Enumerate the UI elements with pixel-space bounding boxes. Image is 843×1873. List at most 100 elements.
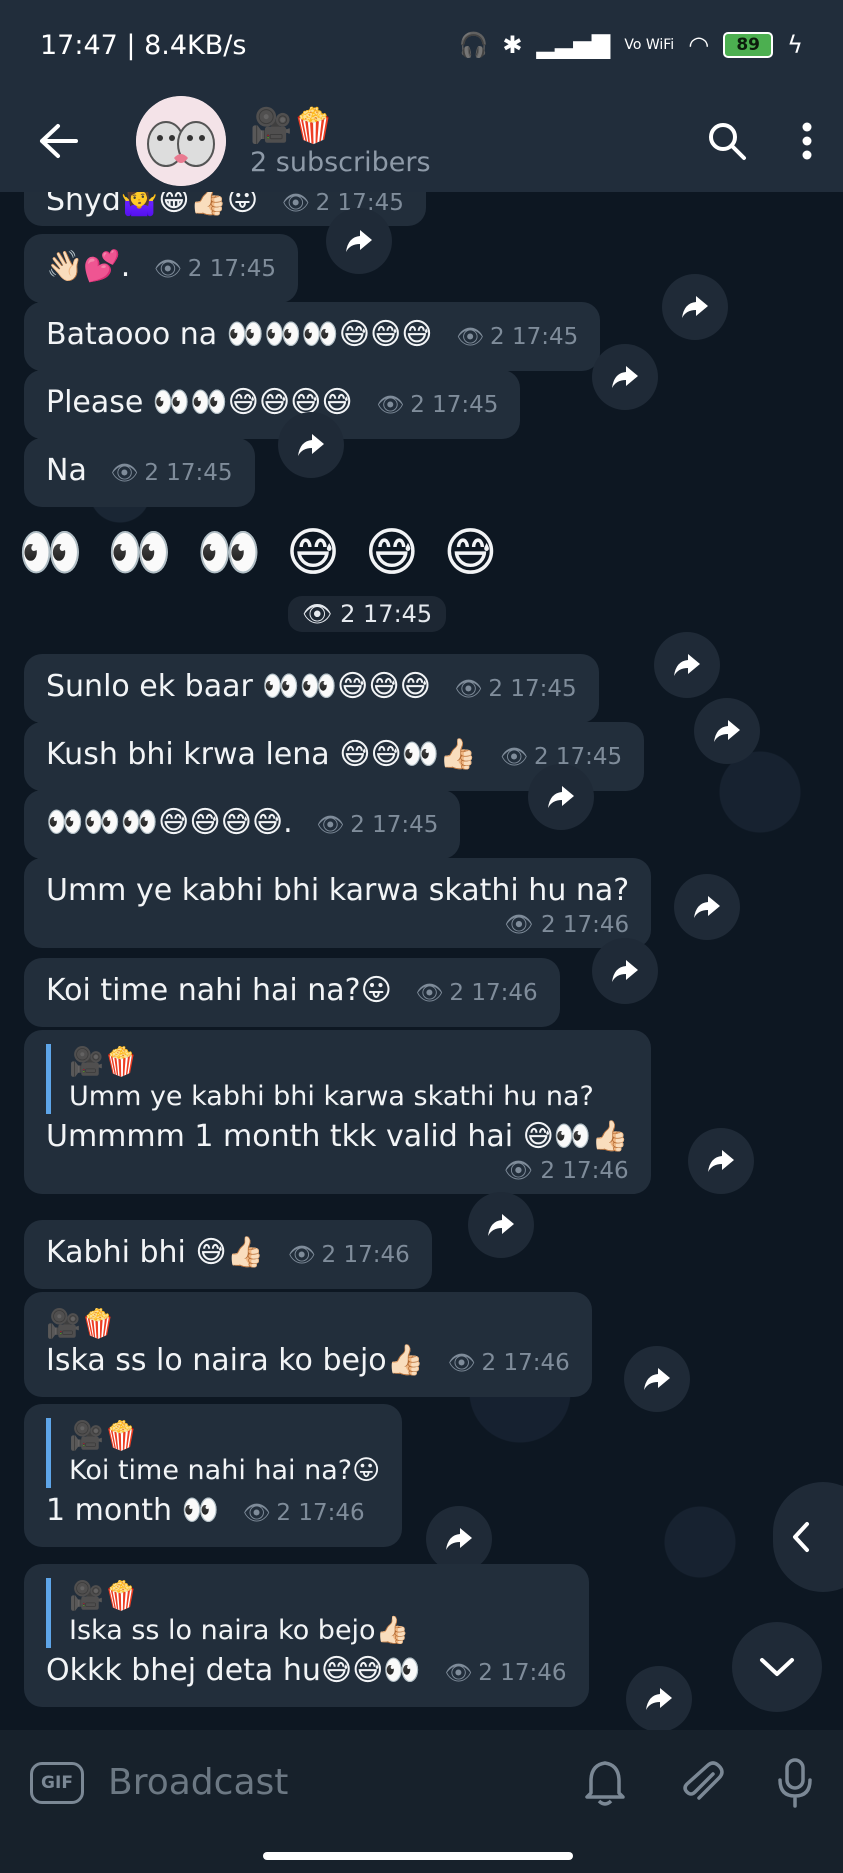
share-arrow-icon bbox=[298, 434, 324, 456]
message-bubble[interactable]: 🎥🍿 Iska ss lo naira ko bejo👍🏻 👁 2 17:46 bbox=[24, 1292, 592, 1397]
view-count: 2 bbox=[540, 912, 556, 938]
microphone-icon[interactable] bbox=[777, 1757, 813, 1808]
attach-icon[interactable] bbox=[679, 1760, 725, 1806]
views-icon: 👁 bbox=[456, 325, 485, 350]
forward-button[interactable] bbox=[626, 1666, 692, 1730]
message-bubble[interactable]: 👀👀👀😅😅😅😅. 👁 2 17:45 bbox=[24, 790, 461, 859]
bell-icon[interactable] bbox=[583, 1759, 627, 1807]
message-time: 17:45 bbox=[166, 460, 233, 486]
message-bubble[interactable]: Kabhi bhi 😅👍🏻 👁 2 17:46 bbox=[24, 1220, 432, 1289]
message-meta: 👁 2 17:45 bbox=[376, 392, 498, 418]
status-icons: 🎧 ✱ ▂▃▅▇ Vo WiFi ◠ 89 ϟ bbox=[459, 31, 803, 59]
reply-text: Koi time nahi hai na?😛 bbox=[69, 1455, 381, 1486]
message-text: Okkk bhej deta hu😅😅👀 bbox=[46, 1653, 421, 1688]
share-arrow-icon bbox=[674, 654, 700, 676]
views-icon: 👁 bbox=[415, 981, 444, 1006]
message-meta: 👁 2 17:46 bbox=[448, 1350, 570, 1376]
forward-button[interactable] bbox=[528, 764, 594, 830]
back-button[interactable] bbox=[28, 111, 88, 171]
message-meta: 👁 2 17:45 bbox=[316, 812, 438, 838]
message-meta: 👁 2 17:46 bbox=[46, 1156, 629, 1186]
scroll-to-bottom-button[interactable] bbox=[732, 1622, 822, 1712]
forward-button[interactable] bbox=[688, 1128, 754, 1194]
forward-button[interactable] bbox=[592, 344, 658, 410]
search-icon[interactable] bbox=[707, 121, 747, 161]
back-arrow-icon bbox=[40, 124, 78, 158]
bluetooth-icon: ✱ bbox=[502, 31, 523, 59]
share-arrow-icon bbox=[682, 296, 708, 318]
forward-button[interactable] bbox=[674, 874, 740, 940]
emoji-message[interactable]: 👀 👀 👀 😅 😅 😅 bbox=[18, 522, 502, 583]
broadcast-input[interactable]: Broadcast bbox=[108, 1762, 288, 1803]
message-meta: 👁 2 17:45 bbox=[110, 460, 232, 486]
charging-icon: ϟ bbox=[787, 31, 803, 59]
channel-avatar[interactable] bbox=[136, 96, 226, 186]
reply-message-bubble[interactable]: 🎥🍿 Iska ss lo naira ko bejo👍🏻 Okkk bhej … bbox=[24, 1564, 589, 1707]
signal-icon: ▂▃▅▇ bbox=[536, 31, 611, 59]
side-panel-toggle[interactable] bbox=[773, 1482, 843, 1592]
message-text: Kabhi bhi 😅👍🏻 bbox=[46, 1235, 265, 1270]
view-count: 2 bbox=[449, 980, 464, 1006]
forward-button[interactable] bbox=[624, 1346, 690, 1412]
message-text: Na bbox=[46, 453, 87, 488]
forward-button[interactable] bbox=[468, 1192, 534, 1258]
reply-quote[interactable]: 🎥🍿 Koi time nahi hai na?😛 bbox=[46, 1418, 380, 1488]
reply-quote[interactable]: 🎥🍿 Umm ye kabhi bhi karwa skathi hu na? bbox=[46, 1044, 629, 1114]
forward-button[interactable] bbox=[326, 208, 392, 274]
view-count: 2 bbox=[410, 392, 425, 418]
reply-quote[interactable]: 🎥🍿 Iska ss lo naira ko bejo👍🏻 bbox=[46, 1578, 567, 1648]
share-arrow-icon bbox=[714, 720, 740, 742]
reply-author: 🎥🍿 bbox=[69, 1419, 139, 1452]
reply-message-bubble[interactable]: 🎥🍿 Umm ye kabhi bhi karwa skathi hu na? … bbox=[24, 1030, 651, 1194]
chevron-down-icon bbox=[760, 1658, 794, 1676]
views-icon: 👁 bbox=[153, 257, 182, 282]
forward-button[interactable] bbox=[694, 698, 760, 764]
view-count: 2 bbox=[478, 1660, 493, 1686]
message-text: Ummmm 1 month tkk valid hai 😅👀👍🏻 bbox=[46, 1119, 629, 1154]
message-bubble[interactable]: Please 👀👀😅😅😅😅 👁 2 17:45 bbox=[24, 370, 521, 439]
share-arrow-icon bbox=[548, 786, 574, 808]
message-time: 17:46 bbox=[500, 1660, 567, 1686]
share-arrow-icon bbox=[612, 366, 638, 388]
forward-button[interactable] bbox=[426, 1506, 492, 1572]
view-count: 2 bbox=[481, 1350, 497, 1376]
message-author: 🎥🍿 bbox=[46, 1307, 116, 1340]
wifi-icon: ◠ bbox=[688, 31, 710, 59]
message-meta: 👁 2 17:45 bbox=[456, 324, 578, 350]
message-text: Bataooo na 👀👀👀😅😅😅 bbox=[46, 317, 433, 352]
view-count: 2 bbox=[340, 600, 356, 628]
message-bubble[interactable]: Na 👁 2 17:45 bbox=[24, 438, 255, 507]
views-icon: 👁 bbox=[242, 1501, 271, 1526]
forward-button[interactable] bbox=[278, 412, 344, 478]
message-bubble[interactable]: Koi time nahi hai na?😛 👁 2 17:46 bbox=[24, 958, 560, 1027]
view-count: 2 bbox=[350, 812, 365, 838]
battery-icon: 89 bbox=[723, 32, 774, 58]
message-text: 1 month 👀 bbox=[46, 1493, 219, 1528]
forward-button[interactable] bbox=[592, 938, 658, 1004]
message-time: 17:46 bbox=[562, 912, 630, 938]
gif-button[interactable]: GIF bbox=[30, 1761, 84, 1804]
views-icon: 👁 bbox=[447, 1351, 476, 1376]
share-arrow-icon bbox=[708, 1150, 734, 1172]
more-menu-icon[interactable] bbox=[801, 121, 813, 161]
channel-info[interactable]: 🎥🍿 2 subscribers bbox=[250, 105, 431, 178]
views-icon: 👁 bbox=[376, 393, 405, 418]
forward-button[interactable] bbox=[654, 632, 720, 698]
home-indicator[interactable] bbox=[263, 1852, 573, 1860]
bottom-bar: GIF Broadcast bbox=[0, 1730, 843, 1873]
chevron-left-icon bbox=[793, 1522, 809, 1552]
message-bubble[interactable]: Sunlo ek baar 👀👀😅😅😅 👁 2 17:45 bbox=[24, 654, 599, 723]
view-count: 2 bbox=[276, 1500, 292, 1526]
message-bubble[interactable]: 👋🏻💕. 👁 2 17:45 bbox=[24, 234, 298, 303]
channel-title: 🎥🍿 bbox=[250, 105, 335, 146]
message-text: 👀👀👀😅😅😅😅. bbox=[46, 805, 293, 840]
message-bubble[interactable]: Bataooo na 👀👀👀😅😅😅 👁 2 17:45 bbox=[24, 302, 601, 371]
forward-button[interactable] bbox=[662, 274, 728, 340]
message-text: 👋🏻💕. bbox=[46, 249, 131, 284]
message-text: Umm ye kabhi bhi karwa skathi hu na? bbox=[46, 873, 630, 908]
share-arrow-icon bbox=[644, 1368, 670, 1390]
views-icon: 👁 bbox=[287, 1243, 316, 1268]
message-bubble[interactable]: Umm ye kabhi bhi karwa skathi hu na? 👁 2… bbox=[24, 858, 652, 948]
message-list[interactable]: Shyd🤷‍♀️😁👍🏻😛 👁 2 17:45 👋🏻💕. 👁 2 17:45 Bata… bbox=[0, 192, 843, 1730]
reply-message-bubble[interactable]: 🎥🍿 Koi time nahi hai na?😛 1 month 👀 👁 2 1… bbox=[24, 1404, 403, 1547]
